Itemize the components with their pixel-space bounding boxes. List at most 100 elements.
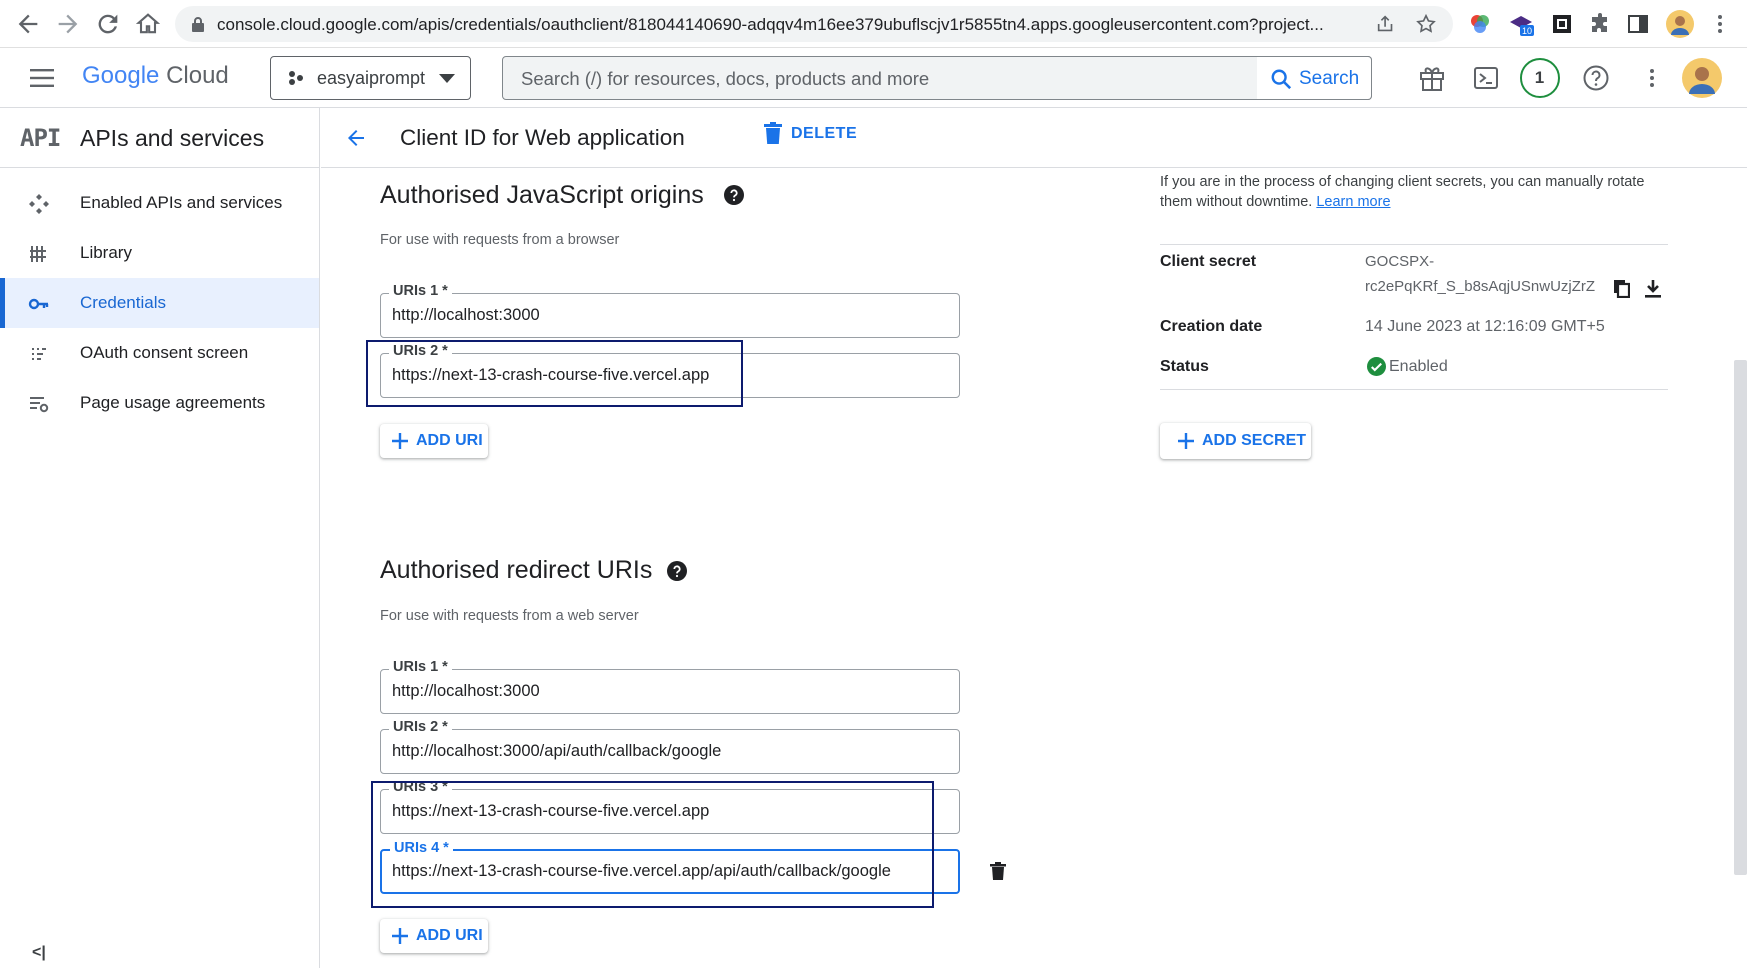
sidebar-header: API APIs and services xyxy=(0,108,319,168)
url-text: console.cloud.google.com/apis/credential… xyxy=(217,15,1324,34)
redirect-uri-1-field[interactable]: URIs 1 * http://localhost:3000 xyxy=(380,659,960,714)
logo-google-text: Google xyxy=(82,62,160,89)
sidebar-item-oauth-consent[interactable]: OAuth consent screen xyxy=(0,328,319,378)
sidebar-item-library[interactable]: Library xyxy=(0,228,319,278)
reload-icon[interactable] xyxy=(94,10,122,38)
cloud-console-header: Google Cloud easyaiprompt Search (/) for… xyxy=(0,48,1747,108)
lock-icon xyxy=(191,16,205,32)
forward-arrow-icon[interactable] xyxy=(54,10,82,38)
add-uri-label: ADD URI xyxy=(416,432,483,449)
search-button[interactable]: Search xyxy=(1257,56,1372,100)
field-label: URIs 1 * xyxy=(389,659,452,675)
add-uri-label: ADD URI xyxy=(416,927,483,944)
project-selector[interactable]: easyaiprompt xyxy=(270,56,471,100)
screen-capture-icon[interactable] xyxy=(1550,12,1574,36)
notification-count: 1 xyxy=(1534,68,1545,87)
divider xyxy=(1160,389,1668,390)
creation-date-value: 14 June 2023 at 12:16:09 GMT+5 xyxy=(1365,318,1605,335)
sidebar-item-label: Library xyxy=(80,243,132,262)
consent-icon xyxy=(28,343,50,365)
field-value: http://localhost:3000 xyxy=(392,306,540,324)
hub-icon xyxy=(28,193,50,215)
library-icon xyxy=(28,243,50,265)
sidebar-item-label: OAuth consent screen xyxy=(80,343,249,362)
hamburger-menu-icon[interactable] xyxy=(30,68,54,88)
logo-cloud-text: Cloud xyxy=(166,62,229,89)
secret-rotation-note: If you are in the process of changing cl… xyxy=(1160,172,1680,212)
profile-avatar-small[interactable] xyxy=(1666,10,1694,38)
side-panel-icon[interactable] xyxy=(1626,12,1650,36)
puzzle-extensions-icon[interactable] xyxy=(1588,12,1612,36)
extension-badge-icon[interactable]: 10 xyxy=(1508,12,1534,36)
js-origins-title: Authorised JavaScript origins xyxy=(380,181,704,209)
google-cloud-logo[interactable]: Google Cloud xyxy=(82,62,229,90)
status-key: Status xyxy=(1160,358,1209,375)
sidebar-title: APIs and services xyxy=(80,125,265,151)
gift-icon[interactable] xyxy=(1418,64,1446,92)
sidebar-item-label: Enabled APIs and services xyxy=(80,193,283,212)
notifications-badge[interactable]: 1 xyxy=(1520,58,1560,98)
client-secret-key: Client secret xyxy=(1160,253,1257,270)
add-js-origin-button[interactable]: ADD URI xyxy=(380,424,488,458)
download-icon[interactable] xyxy=(1644,280,1662,298)
home-icon[interactable] xyxy=(134,10,162,38)
address-bar[interactable]: console.cloud.google.com/apis/credential… xyxy=(175,6,1453,42)
plus-icon xyxy=(392,928,408,944)
back-arrow-icon[interactable] xyxy=(14,10,42,38)
creation-date-key: Creation date xyxy=(1160,318,1263,335)
project-hub-icon xyxy=(287,69,305,87)
sidebar-item-label: Page usage agreements xyxy=(80,393,266,412)
color-extension-icon[interactable] xyxy=(1468,12,1492,36)
scrollbar[interactable] xyxy=(1734,360,1747,875)
copy-icon[interactable] xyxy=(1614,280,1630,298)
annotation-highlight-box xyxy=(371,781,934,908)
more-vert-icon[interactable] xyxy=(1640,66,1664,90)
bookmark-star-icon[interactable] xyxy=(1415,13,1437,35)
project-name: easyaiprompt xyxy=(317,68,426,88)
add-secret-button[interactable]: ADD SECRET xyxy=(1160,423,1311,459)
collapse-sidebar-icon[interactable]: <| xyxy=(32,944,46,962)
back-arrow-icon[interactable] xyxy=(343,126,369,150)
share-icon[interactable] xyxy=(1375,13,1397,35)
field-label: URIs 2 * xyxy=(389,719,452,735)
sidebar-item-credentials[interactable]: Credentials xyxy=(0,278,319,328)
page-header: Client ID for Web application DELETE xyxy=(321,108,1747,168)
note-line-2: them without downtime. Learn more xyxy=(1160,192,1680,212)
client-secret-line-2: rc2ePqKRf_S_b8sAqjUSnwUzjZrZ xyxy=(1365,278,1596,295)
key-icon xyxy=(28,293,50,315)
active-indicator xyxy=(0,278,5,328)
delete-uri-trash-icon[interactable] xyxy=(990,862,1006,880)
note-line-2-text: them without downtime. xyxy=(1160,194,1313,210)
annotation-highlight-box xyxy=(366,340,743,407)
browser-menu-icon[interactable] xyxy=(1708,12,1732,36)
add-redirect-uri-button[interactable]: ADD URI xyxy=(380,919,488,953)
sidebar-item-enabled-apis[interactable]: Enabled APIs and services xyxy=(0,178,319,228)
js-origin-uri-1-field[interactable]: URIs 1 * http://localhost:3000 xyxy=(380,283,960,338)
redirect-uri-2-field[interactable]: URIs 2 * http://localhost:3000/api/auth/… xyxy=(380,719,960,774)
search-input[interactable]: Search (/) for resources, docs, products… xyxy=(502,56,1372,100)
divider xyxy=(1160,244,1668,245)
avatar[interactable] xyxy=(1682,58,1722,98)
search-button-label: Search xyxy=(1299,68,1360,89)
client-secret-line-1: GOCSPX- xyxy=(1365,253,1435,270)
learn-more-link[interactable]: Learn more xyxy=(1316,194,1390,210)
plus-icon xyxy=(392,433,408,449)
left-navigation: API APIs and services Enabled APIs and s… xyxy=(0,108,320,968)
help-icon[interactable] xyxy=(1582,64,1610,92)
help-circle-icon[interactable] xyxy=(724,185,744,205)
browser-toolbar: console.cloud.google.com/apis/credential… xyxy=(0,0,1747,48)
delete-button[interactable]: DELETE xyxy=(761,114,871,154)
chevron-down-icon xyxy=(439,74,455,84)
js-origins-subtitle: For use with requests from a browser xyxy=(380,232,620,248)
svg-text:10: 10 xyxy=(1522,26,1532,36)
redirect-uris-title: Authorised redirect URIs xyxy=(380,556,653,584)
status-value: Enabled xyxy=(1389,358,1448,375)
field-label: URIs 1 * xyxy=(389,283,452,299)
note-line-1: If you are in the process of changing cl… xyxy=(1160,174,1645,190)
plus-icon xyxy=(1178,433,1194,449)
help-circle-icon[interactable] xyxy=(667,561,687,581)
redirect-uris-subtitle: For use with requests from a web server xyxy=(380,608,639,624)
cloud-shell-icon[interactable] xyxy=(1472,64,1500,92)
delete-label: DELETE xyxy=(791,125,858,142)
sidebar-item-page-usage[interactable]: Page usage agreements xyxy=(0,378,319,428)
